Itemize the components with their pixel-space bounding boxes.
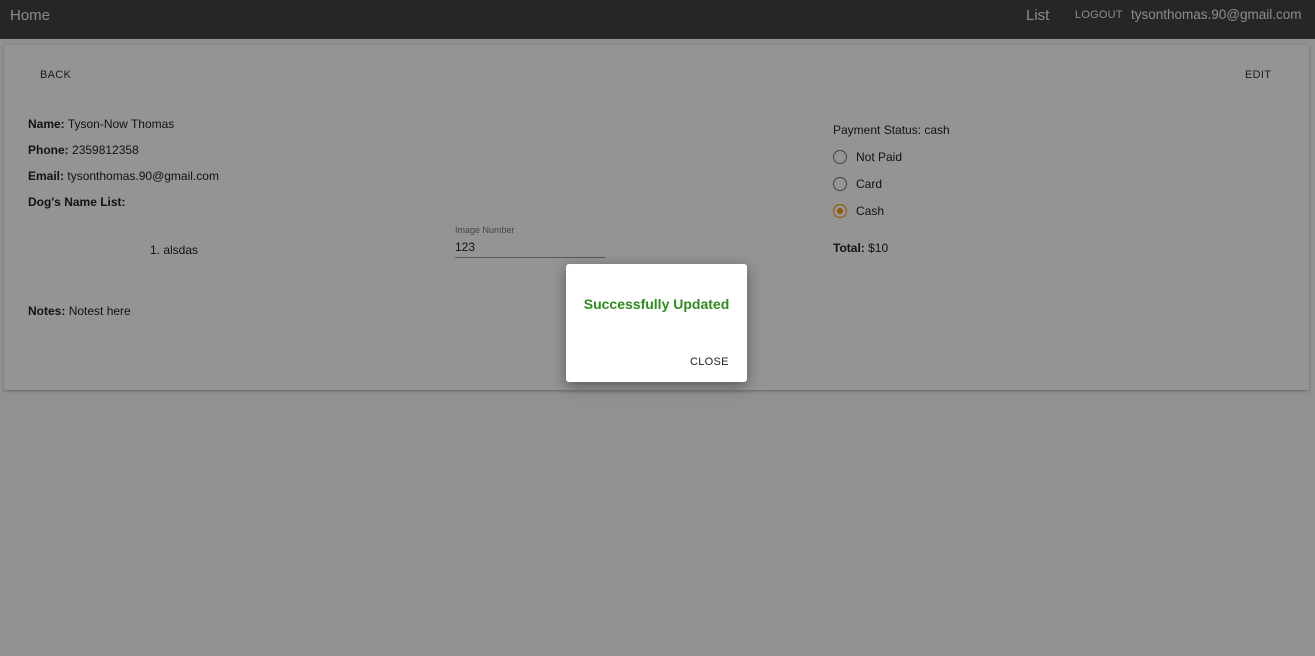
dialog-message: Successfully Updated xyxy=(583,296,730,312)
success-dialog: Successfully Updated CLOSE xyxy=(566,264,747,382)
close-button[interactable]: CLOSE xyxy=(690,356,729,368)
